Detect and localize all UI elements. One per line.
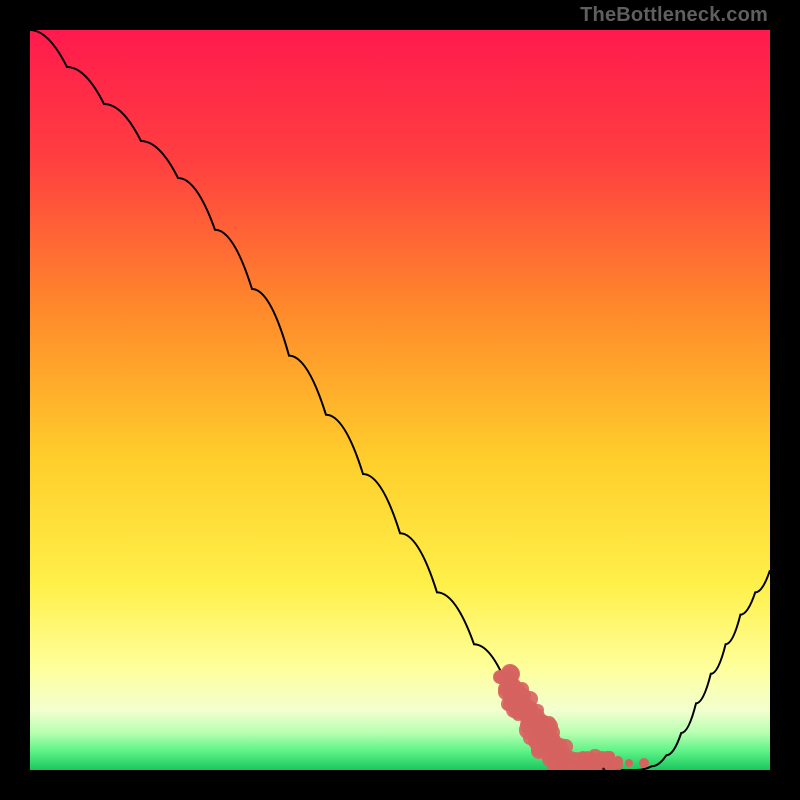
watermark-text: TheBottleneck.com [580,4,768,27]
highlight-dots [30,30,770,770]
plot-area [30,30,770,770]
chart-frame: TheBottleneck.com [0,0,800,800]
